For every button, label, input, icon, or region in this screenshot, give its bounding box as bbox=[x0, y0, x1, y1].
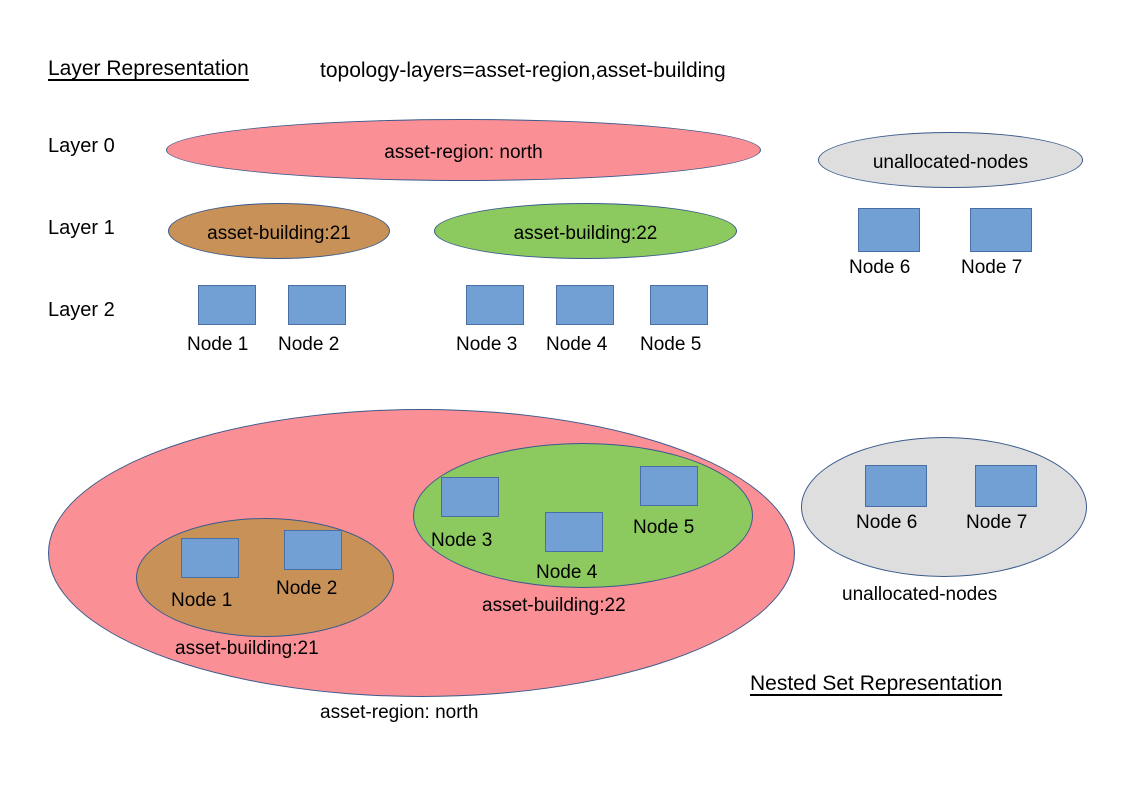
layer-label-0: Layer 0 bbox=[48, 135, 115, 157]
nested-node-box-4[interactable] bbox=[545, 512, 603, 552]
nested-node-label-1: Node 1 bbox=[171, 590, 233, 611]
nested-node-box-5[interactable] bbox=[640, 466, 698, 506]
layer1-asset-building-21-ellipse[interactable]: asset-building:21 bbox=[168, 203, 390, 259]
layer-node-label-3: Node 3 bbox=[456, 334, 518, 355]
layer-node-box-4[interactable] bbox=[556, 285, 614, 325]
layer1-asset-building-21-label: asset-building:21 bbox=[207, 223, 351, 244]
layer-node-box-6[interactable] bbox=[858, 208, 920, 252]
nested-node-box-3[interactable] bbox=[441, 477, 499, 517]
layer-label-1: Layer 1 bbox=[48, 217, 115, 239]
layer-representation-title: Layer Representation bbox=[48, 57, 249, 80]
layer-node-box-7[interactable] bbox=[970, 208, 1032, 252]
layer1-asset-building-22-label: asset-building:22 bbox=[513, 223, 658, 244]
diagram-canvas: Layer Representation topology-layers=ass… bbox=[0, 0, 1123, 794]
layer-node-label-7: Node 7 bbox=[961, 257, 1023, 278]
nested-node-box-2[interactable] bbox=[284, 530, 342, 570]
topology-layers-config: topology-layers=asset-region,asset-build… bbox=[320, 59, 726, 82]
layer-label-2: Layer 2 bbox=[48, 299, 115, 321]
nested-node-label-5: Node 5 bbox=[633, 517, 695, 538]
nested-unallocated-nodes-ellipse[interactable] bbox=[801, 437, 1087, 577]
layer-node-label-4: Node 4 bbox=[546, 334, 608, 355]
nested-node-box-6[interactable] bbox=[865, 465, 927, 507]
layer0-unallocated-nodes-label: unallocated-nodes bbox=[872, 152, 1029, 173]
nested-node-label-7: Node 7 bbox=[966, 512, 1028, 533]
layer0-asset-region-label: asset-region: north bbox=[384, 142, 543, 163]
layer-node-label-6: Node 6 bbox=[849, 257, 911, 278]
layer1-asset-building-22-ellipse[interactable]: asset-building:22 bbox=[434, 203, 737, 259]
nested-asset-building-21-label: asset-building:21 bbox=[175, 638, 319, 659]
nested-node-label-2: Node 2 bbox=[276, 578, 338, 599]
nested-node-box-1[interactable] bbox=[181, 538, 239, 578]
layer-node-label-5: Node 5 bbox=[640, 334, 702, 355]
layer-node-box-3[interactable] bbox=[466, 285, 524, 325]
layer-node-label-1: Node 1 bbox=[187, 334, 249, 355]
layer-node-box-2[interactable] bbox=[288, 285, 346, 325]
layer0-asset-region-ellipse[interactable]: asset-region: north bbox=[166, 119, 761, 181]
nested-set-representation-title: Nested Set Representation bbox=[750, 672, 1003, 695]
nested-node-label-6: Node 6 bbox=[856, 512, 918, 533]
layer-node-box-5[interactable] bbox=[650, 285, 708, 325]
nested-asset-building-22-label: asset-building:22 bbox=[482, 595, 626, 616]
nested-node-box-7[interactable] bbox=[975, 465, 1037, 507]
nested-asset-building-21-ellipse[interactable] bbox=[136, 518, 394, 637]
nested-asset-region-label: asset-region: north bbox=[320, 702, 479, 723]
layer0-unallocated-nodes-ellipse[interactable]: unallocated-nodes bbox=[818, 132, 1083, 188]
nested-node-label-3: Node 3 bbox=[431, 530, 493, 551]
layer-node-box-1[interactable] bbox=[198, 285, 256, 325]
nested-unallocated-nodes-label: unallocated-nodes bbox=[842, 584, 998, 605]
nested-node-label-4: Node 4 bbox=[536, 562, 598, 583]
layer-node-label-2: Node 2 bbox=[278, 334, 340, 355]
